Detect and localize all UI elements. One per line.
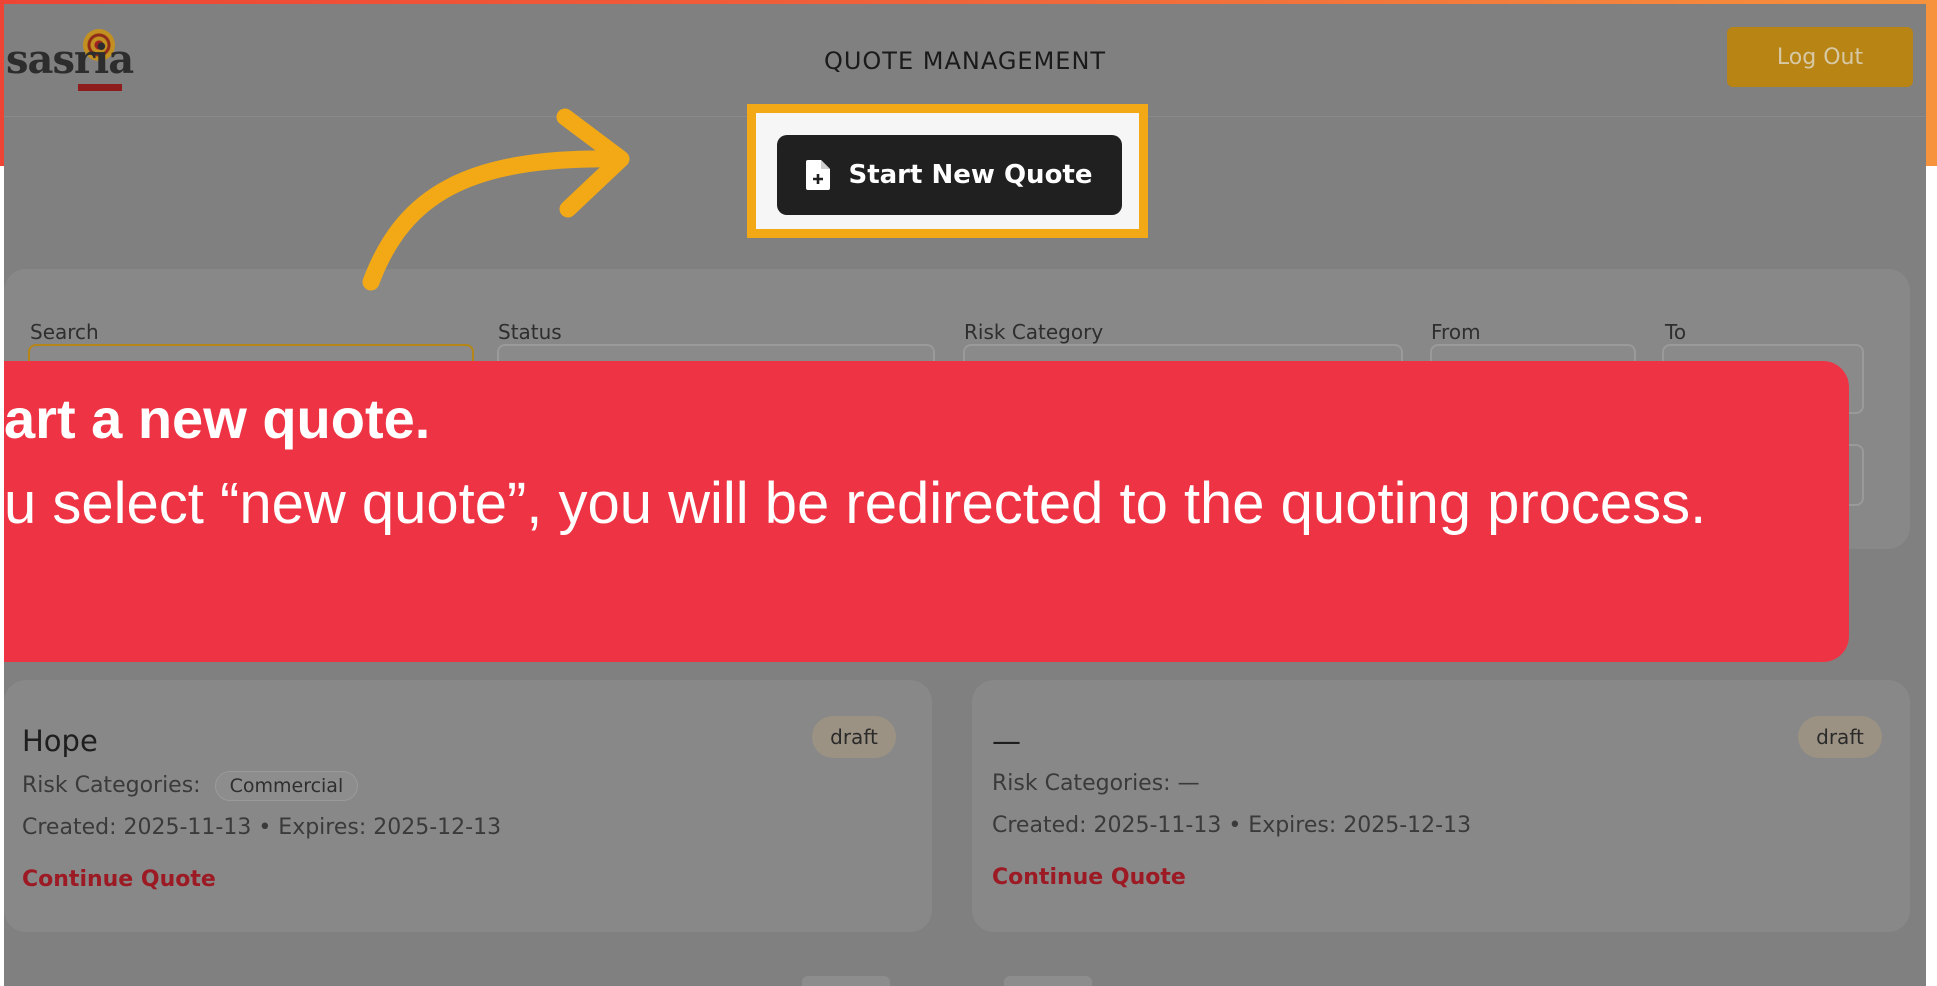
curved-arrow-icon xyxy=(362,108,630,291)
risk-categories: Risk Categories: Commercial xyxy=(22,771,359,801)
quote-card[interactable]: — draft Risk Categories: — Created: 2025… xyxy=(972,680,1910,932)
continue-quote-link[interactable]: Continue Quote xyxy=(22,867,216,892)
status-badge: draft xyxy=(812,716,896,758)
search-label: Search xyxy=(30,320,99,344)
app-screen: sasria QUOTE MANAGEMENT Log Out Search S… xyxy=(4,4,1926,986)
continue-quote-link[interactable]: Continue Quote xyxy=(992,865,1186,890)
banner-text: u select “new quote”, you will be redire… xyxy=(4,471,1707,536)
quote-name: Hope xyxy=(22,724,98,758)
banner-title: art a new quote. xyxy=(4,387,431,450)
pagination-button[interactable] xyxy=(802,976,890,986)
risk-categories: Risk Categories: — xyxy=(992,771,1200,796)
from-label: From xyxy=(1431,320,1481,344)
to-label: To xyxy=(1665,320,1687,344)
quote-dates: Created: 2025-11-13 • Expires: 2025-12-1… xyxy=(22,815,502,840)
logo-tagline-bar xyxy=(78,84,122,91)
pagination-button[interactable] xyxy=(1004,976,1092,986)
start-new-quote-button[interactable]: Start New Quote xyxy=(777,135,1122,215)
status-label: Status xyxy=(498,320,562,344)
risk-categories-label: Risk Categories: xyxy=(992,771,1171,796)
page-title: QUOTE MANAGEMENT xyxy=(823,47,1107,75)
tutorial-banner: art a new quote. u select “new quote”, y… xyxy=(4,361,1849,662)
logout-button[interactable]: Log Out xyxy=(1727,27,1913,87)
top-header: sasria QUOTE MANAGEMENT Log Out xyxy=(4,4,1926,117)
risk-category-chip: Commercial xyxy=(214,771,359,801)
quote-dates: Created: 2025-11-13 • Expires: 2025-12-1… xyxy=(992,813,1472,838)
quote-name: — xyxy=(992,724,1021,758)
file-plus-icon xyxy=(806,160,831,190)
start-new-quote-label: Start New Quote xyxy=(848,160,1093,190)
risk-category-label: Risk Category xyxy=(964,320,1104,344)
status-badge: draft xyxy=(1798,716,1882,758)
quote-card[interactable]: Hope draft Risk Categories: Commercial Cr… xyxy=(4,680,932,932)
risk-categories-label: Risk Categories: xyxy=(22,773,201,798)
risk-category-value: — xyxy=(1177,771,1200,796)
